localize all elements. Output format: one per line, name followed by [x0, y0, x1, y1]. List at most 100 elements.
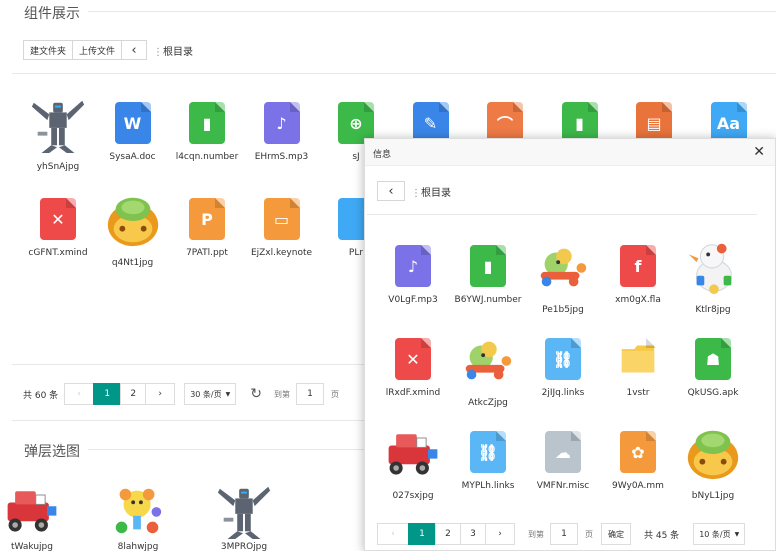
- file-name: yhSnAjpg: [36, 162, 80, 172]
- file-name: QkUSG.apk: [687, 388, 739, 398]
- modal-back-button[interactable]: ‹: [377, 181, 405, 201]
- file-name: cGFNT.xmind: [28, 248, 88, 258]
- file-name: tWakujpg: [11, 542, 53, 551]
- modal-file-tile[interactable]: ☁ VMFNr.misc: [527, 431, 599, 491]
- modal-file-tile[interactable]: bNyL1jpg: [677, 430, 749, 501]
- refresh-icon[interactable]: ↻: [250, 386, 262, 402]
- modal-file-tile[interactable]: Ktlr8jpg: [677, 243, 749, 315]
- page-root: 组件展示 建文件夹 上传文件 ‹ ⋮根目录 yhSnAjpg W SysaA.doc…: [0, 0, 776, 551]
- main-file-tile[interactable]: P 7PATl.ppt: [171, 198, 243, 258]
- close-icon[interactable]: ✕: [753, 144, 765, 160]
- modal-page-3-button[interactable]: 3: [460, 523, 486, 545]
- modal-title: 信息: [373, 150, 392, 160]
- main-file-tile[interactable]: ♪ EHrmS.mp3: [246, 102, 318, 162]
- page-1-button[interactable]: 1: [93, 383, 122, 405]
- modal-toolbar: ‹ ⋮根目录: [377, 181, 451, 201]
- main-file-tile[interactable]: W SysaA.doc: [97, 102, 169, 162]
- file-name: VMFNr.misc: [536, 481, 590, 491]
- archive-icon-glyph: ▤: [646, 113, 662, 133]
- android-icon: ☗: [695, 338, 731, 380]
- duck-toy-photo-icon: [683, 237, 743, 297]
- toy-photo-icon: [458, 330, 518, 390]
- modal-page-size-value: 10 条/页: [699, 529, 731, 539]
- vector-icon-glyph: ⌒: [496, 115, 513, 134]
- modal-file-tile[interactable]: Pe1b5jpg: [527, 245, 599, 315]
- chart-icon-glyph: ▮: [202, 113, 212, 133]
- chart-icon: ▮: [189, 102, 225, 144]
- modal-page-input[interactable]: 1: [550, 523, 578, 545]
- chart-icon-glyph: ▮: [483, 256, 493, 276]
- modal-breadcrumb-root[interactable]: 根目录: [421, 188, 451, 199]
- back-button[interactable]: ‹: [121, 40, 148, 60]
- breadcrumb-dots-icon: ⋮: [411, 187, 421, 199]
- page-size-value: 30 条/页: [190, 389, 222, 399]
- page-2-button[interactable]: 2: [120, 383, 147, 405]
- modal-page-size-select[interactable]: 10 条/页 ▼: [693, 523, 746, 545]
- keynote-icon: ▭: [263, 198, 300, 240]
- music-icon: ♪: [395, 245, 431, 287]
- file-name: Ktlr8jpg: [695, 305, 731, 315]
- page-unit: 页: [330, 389, 339, 399]
- modal-file-tile[interactable]: ⛓ MYPLh.links: [452, 431, 524, 491]
- file-name: q4Nt1jpg: [111, 258, 154, 268]
- upload-button[interactable]: 上传文件: [72, 40, 123, 60]
- prev-page-button[interactable]: ‹: [64, 383, 95, 405]
- modal-file-tile[interactable]: ⛓ 2jIJq.links: [527, 338, 599, 398]
- modal-breadcrumb: ⋮根目录: [411, 184, 451, 199]
- file-name: lRxdF.xmind: [385, 388, 441, 398]
- modal-page-1-button[interactable]: 1: [408, 523, 436, 545]
- robot-photo-icon: [28, 94, 88, 154]
- file-name: l4cqn.number: [175, 152, 239, 162]
- font-icon-glyph: Aa: [716, 113, 741, 133]
- main-file-tile[interactable]: yhSnAjpg: [22, 100, 94, 172]
- main-pagination: 共 60 条 ‹ 1 2 › 30 条/页 ▼ ↻ 到第 1 页: [23, 383, 339, 405]
- music-icon-glyph: ♪: [407, 256, 419, 276]
- modal-total-count: 共 45 条: [644, 530, 680, 541]
- file-name: bNyL1jpg: [691, 491, 735, 501]
- file-name: Pe1b5jpg: [542, 305, 584, 315]
- main-file-tile[interactable]: ▮ l4cqn.number: [171, 102, 243, 162]
- file-name: 3MPROjpg: [220, 542, 268, 551]
- music-icon-glyph: ♪: [276, 113, 287, 133]
- modal-file-tile[interactable]: ☗ QkUSG.apk: [677, 338, 749, 398]
- divider: [12, 73, 776, 74]
- popup-image-tile[interactable]: tWakujpg: [0, 488, 68, 551]
- breadcrumb-root[interactable]: 根目录: [163, 47, 193, 58]
- word-icon: W: [114, 102, 151, 144]
- divider: [88, 11, 776, 12]
- xmind-icon-glyph: ✕: [51, 209, 65, 229]
- modal-file-tile[interactable]: ✕ lRxdF.xmind: [377, 338, 449, 398]
- popup-image-tile[interactable]: 3MPROjpg: [208, 486, 280, 551]
- page-input[interactable]: 1: [295, 383, 324, 405]
- popup-image-tile[interactable]: 8lahwjpg: [102, 488, 174, 551]
- modal-file-tile[interactable]: ♪ V0LgF.mp3: [377, 245, 449, 305]
- modal-next-page-button[interactable]: ›: [485, 523, 515, 545]
- modal-file-tile[interactable]: 027sxjpg: [377, 431, 449, 501]
- modal-file-tile[interactable]: ▮ B6YWJ.number: [452, 245, 524, 305]
- green-toy-photo-icon: [103, 190, 163, 250]
- main-file-tile[interactable]: q4Nt1jpg: [97, 197, 169, 268]
- file-name: B6YWJ.number: [454, 295, 522, 305]
- file-name: 1vstr: [626, 388, 650, 398]
- link-icon-glyph: ⛓: [477, 442, 499, 462]
- modal-file-tile[interactable]: ✿ 9Wy0A.mm: [602, 431, 674, 491]
- modal-confirm-button[interactable]: 确定: [601, 523, 631, 545]
- file-name: MYPLh.links: [461, 481, 515, 491]
- modal-file-tile[interactable]: 1vstr: [602, 338, 674, 398]
- caret-down-icon: ▼: [734, 530, 740, 538]
- folder-icon: [620, 338, 656, 380]
- info-modal: 信息 ✕ ‹ ⋮根目录 ♪ V0LgF.mp3 ▮ B6YWJ.number Pe1b5…: [364, 138, 776, 551]
- robot-photo-icon: [214, 480, 274, 540]
- modal-prev-page-button[interactable]: ‹: [377, 523, 409, 545]
- link-icon: ⛓: [545, 338, 581, 380]
- modal-file-tile[interactable]: AtkcZjpg: [452, 338, 524, 408]
- page-size-select[interactable]: 30 条/页 ▼: [184, 383, 237, 405]
- yellow-toy-photo-icon: [108, 480, 168, 540]
- next-page-button[interactable]: ›: [145, 383, 176, 405]
- ppt-icon-glyph: P: [201, 209, 213, 229]
- modal-page-2-button[interactable]: 2: [435, 523, 461, 545]
- main-file-tile[interactable]: ▭ EjZxl.keynote: [246, 198, 318, 258]
- main-file-tile[interactable]: ✕ cGFNT.xmind: [22, 198, 94, 258]
- new-folder-button[interactable]: 建文件夹: [23, 40, 74, 60]
- modal-file-tile[interactable]: f xm0gX.fla: [602, 245, 674, 305]
